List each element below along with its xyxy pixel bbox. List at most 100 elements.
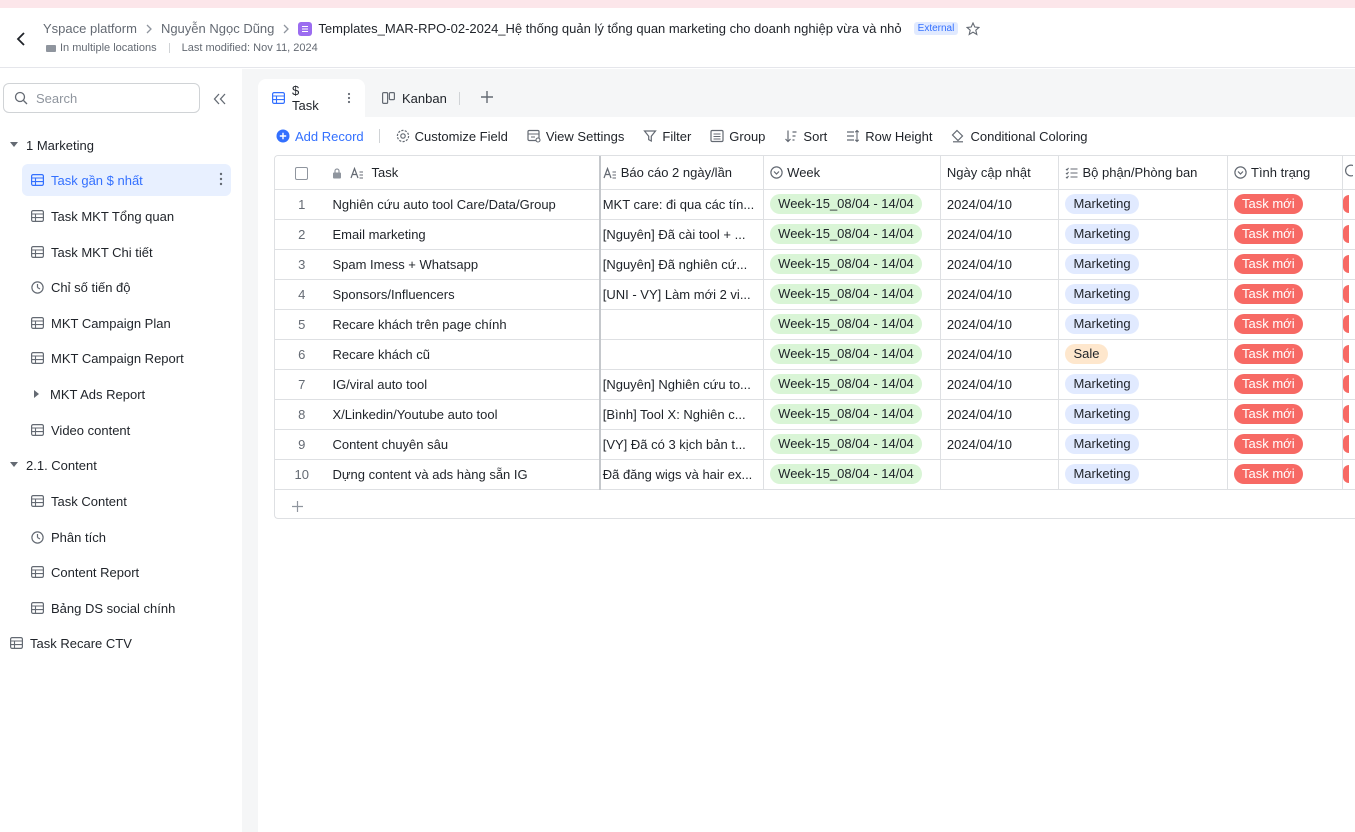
cell-next[interactable] [1342, 339, 1355, 370]
sidebar-item-task-recare-ctv[interactable]: Task Recare CTV [9, 627, 132, 659]
column-header-task[interactable]: Task [328, 156, 601, 190]
group-button[interactable]: Group [710, 129, 765, 144]
more-vertical-icon[interactable] [219, 172, 223, 189]
cell-updated[interactable]: 2024/04/10 [940, 429, 1060, 460]
cell-dept[interactable]: Sale [1058, 339, 1228, 370]
cell-updated[interactable]: 2024/04/10 [940, 369, 1060, 400]
cell-dept[interactable]: Marketing [1058, 429, 1228, 460]
filter-button[interactable]: Filter [643, 129, 691, 144]
cell-task[interactable]: Email marketing [328, 219, 601, 250]
cell-next[interactable] [1342, 189, 1355, 220]
table-row[interactable]: 8 X/Linkedin/Youtube auto tool [Bình] Tool… [275, 399, 1355, 430]
breadcrumb-workspace[interactable]: Yspace platform [43, 21, 137, 36]
table-row[interactable]: 1 Nghiên cứu auto tool Care/Data/Group MKT… [275, 189, 1355, 220]
column-header-week[interactable]: Week [763, 156, 941, 190]
cell-dept[interactable]: Marketing [1058, 399, 1228, 430]
cell-next[interactable] [1342, 249, 1355, 280]
caret-down-icon[interactable] [8, 142, 20, 148]
cell-week[interactable]: Week-15_08/04 - 14/04 [763, 369, 941, 400]
star-icon[interactable] [966, 21, 981, 36]
sidebar-item-bang-ds-social[interactable]: Bảng DS social chính [30, 592, 175, 624]
conditional-coloring-button[interactable]: Conditional Coloring [951, 129, 1088, 144]
sidebar-item-task-content[interactable]: Task Content [30, 485, 127, 517]
cell-report[interactable] [599, 309, 765, 340]
cell-next[interactable] [1342, 399, 1355, 430]
sidebar-item-video-content[interactable]: Video content [30, 414, 130, 446]
column-header-report[interactable]: Báo cáo 2 ngày/lần [599, 156, 765, 190]
sidebar-item-task-gan-nhat[interactable]: Task gần $ nhất [22, 164, 231, 196]
table-row[interactable]: 7 IG/viral auto tool [Nguyên] Nghiên cứu t… [275, 369, 1355, 400]
cell-week[interactable]: Week-15_08/04 - 14/04 [763, 399, 941, 430]
cell-report[interactable]: Đã đăng wigs và hair ex... [599, 459, 765, 490]
cell-task[interactable]: Nghiên cứu auto tool Care/Data/Group [328, 189, 601, 220]
cell-task[interactable]: Sponsors/Influencers [328, 279, 601, 310]
sidebar-folder-marketing[interactable]: 1 Marketing [8, 129, 228, 161]
cell-updated[interactable]: 2024/04/10 [940, 309, 1060, 340]
sidebar-item-mkt-campaign-report[interactable]: MKT Campaign Report [30, 342, 184, 374]
cell-status[interactable]: Task mới [1227, 309, 1344, 340]
column-header-dept[interactable]: Bộ phận/Phòng ban [1058, 156, 1228, 190]
sort-button[interactable]: Sort [784, 129, 827, 144]
back-button[interactable] [10, 28, 32, 50]
cell-report[interactable]: MKT care: đi qua các tín... [599, 189, 765, 220]
cell-updated[interactable]: 2024/04/10 [940, 399, 1060, 430]
cell-dept[interactable]: Marketing [1058, 219, 1228, 250]
select-all-checkbox[interactable] [295, 166, 309, 180]
more-vertical-icon[interactable] [347, 92, 351, 104]
search-input[interactable]: Search [3, 83, 200, 113]
cell-status[interactable]: Task mới [1227, 369, 1344, 400]
cell-report[interactable]: [VY] Đã có 3 kịch bản t... [599, 429, 765, 460]
column-header-status[interactable]: Tình trạng [1227, 156, 1344, 190]
cell-dept[interactable]: Marketing [1058, 309, 1228, 340]
cell-report[interactable]: [UNI - VY] Làm mới 2 vi... [599, 279, 765, 310]
cell-next[interactable] [1342, 459, 1355, 490]
table-row[interactable]: 10 Dựng content và ads hàng sẵn IG Đã đăng… [275, 459, 1355, 490]
cell-status[interactable]: Task mới [1227, 339, 1344, 370]
cell-updated[interactable]: 2024/04/10 [940, 339, 1060, 370]
add-row-button[interactable] [275, 493, 1355, 518]
sidebar-item-task-mkt-tong-quan[interactable]: Task MKT Tổng quan [30, 200, 174, 232]
cell-updated[interactable]: 2024/04/10 [940, 219, 1060, 250]
cell-task[interactable]: Recare khách trên page chính [328, 309, 601, 340]
cell-task[interactable]: Dựng content và ads hàng sẵn IG [328, 459, 601, 490]
cell-updated[interactable] [940, 459, 1060, 490]
cell-next[interactable] [1342, 429, 1355, 460]
view-settings-button[interactable]: View Settings [527, 129, 624, 144]
cell-dept[interactable]: Marketing [1058, 189, 1228, 220]
caret-down-icon[interactable] [8, 462, 20, 468]
breadcrumb-owner[interactable]: Nguyễn Ngọc Dũng [161, 21, 274, 36]
sidebar-item-content-report[interactable]: Content Report [30, 556, 139, 588]
sidebar-item-mkt-campaign-plan[interactable]: MKT Campaign Plan [30, 307, 171, 339]
cell-status[interactable]: Task mới [1227, 459, 1344, 490]
cell-updated[interactable]: 2024/04/10 [940, 279, 1060, 310]
cell-week[interactable]: Week-15_08/04 - 14/04 [763, 459, 941, 490]
cell-report[interactable]: [Nguyên] Đã cài tool + ... [599, 219, 765, 250]
cell-updated[interactable]: 2024/04/10 [940, 249, 1060, 280]
table-row[interactable]: 2 Email marketing [Nguyên] Đã cài tool + .… [275, 219, 1355, 250]
cell-task[interactable]: Spam Imess + Whatsapp [328, 249, 601, 280]
cell-updated[interactable]: 2024/04/10 [940, 189, 1060, 220]
cell-dept[interactable]: Marketing [1058, 249, 1228, 280]
cell-next[interactable] [1342, 309, 1355, 340]
table-row[interactable]: 3 Spam Imess + Whatsapp [Nguyên] Đã nghiên… [275, 249, 1355, 280]
sidebar-item-task-mkt-chi-tiet[interactable]: Task MKT Chi tiết [30, 236, 153, 268]
cell-task[interactable]: IG/viral auto tool [328, 369, 601, 400]
cell-dept[interactable]: Marketing [1058, 459, 1228, 490]
sidebar-item-phan-tich[interactable]: Phân tích [30, 521, 106, 553]
location-text[interactable]: In multiple locations [60, 42, 157, 54]
cell-next[interactable] [1342, 369, 1355, 400]
row-height-button[interactable]: Row Height [846, 129, 932, 144]
cell-status[interactable]: Task mới [1227, 219, 1344, 250]
cell-report[interactable]: [Bình] Tool X: Nghiên c... [599, 399, 765, 430]
cell-week[interactable]: Week-15_08/04 - 14/04 [763, 429, 941, 460]
cell-task[interactable]: X/Linkedin/Youtube auto tool [328, 399, 601, 430]
column-header-updated[interactable]: Ngày cập nhật [940, 156, 1060, 190]
cell-dept[interactable]: Marketing [1058, 279, 1228, 310]
cell-status[interactable]: Task mới [1227, 429, 1344, 460]
column-header-next[interactable] [1342, 156, 1355, 190]
sidebar-folder-mkt-ads-report[interactable]: MKT Ads Report [32, 378, 145, 410]
table-row[interactable]: 9 Content chuyên sâu [VY] Đã có 3 kịch bản… [275, 429, 1355, 460]
cell-week[interactable]: Week-15_08/04 - 14/04 [763, 279, 941, 310]
sidebar-folder-content[interactable]: 2.1. Content [8, 449, 97, 481]
cell-next[interactable] [1342, 219, 1355, 250]
